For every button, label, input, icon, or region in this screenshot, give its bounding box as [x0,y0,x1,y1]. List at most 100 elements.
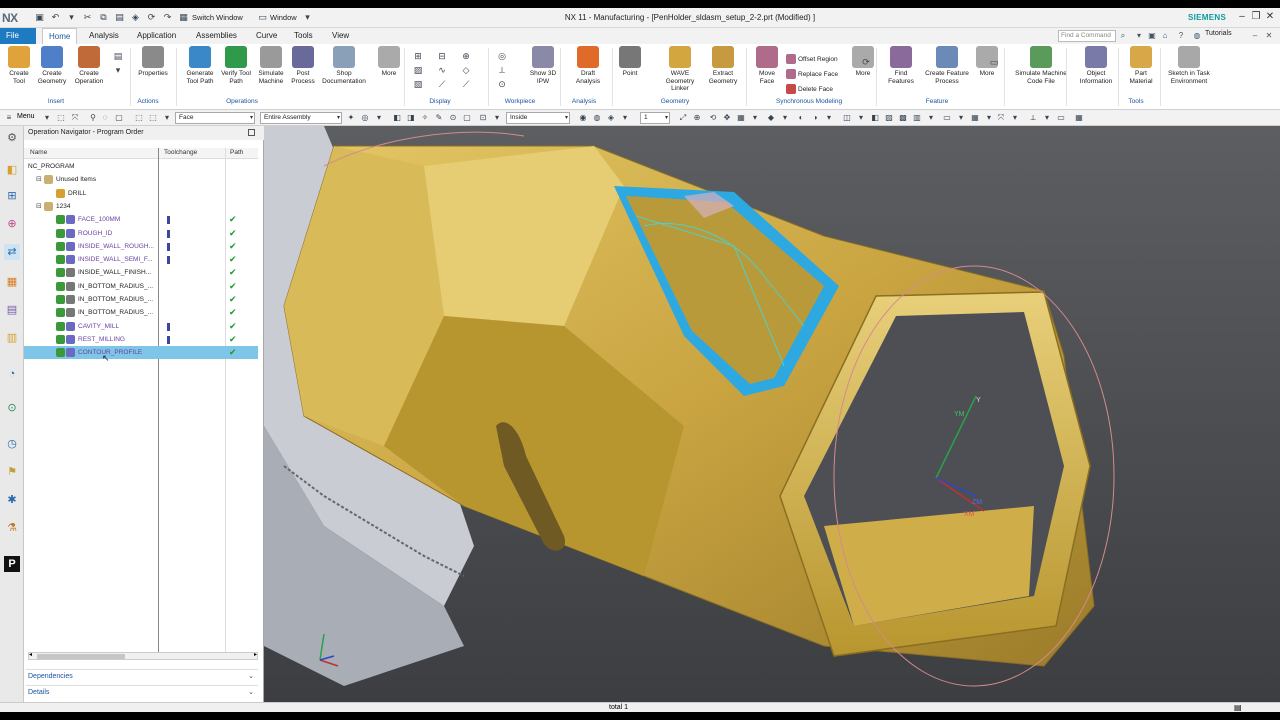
tab-analysis[interactable]: Analysis [83,28,125,44]
switch-window-icon[interactable]: ▦ [178,12,189,23]
tool-icon-1[interactable]: ▾ [112,64,124,76]
tool-icon-5[interactable]: ⊟ [436,50,448,62]
snap-icon[interactable]: ✦ [346,113,356,123]
tab-application[interactable]: Application [131,28,182,44]
snap-11-icon[interactable]: ▾ [492,113,502,123]
tool-icon-14[interactable]: ⟳ [860,56,872,68]
highlight-4-icon[interactable]: ▾ [926,113,936,123]
table-row[interactable]: DRILL [24,187,258,200]
gear-icon[interactable]: ⚙ [4,130,20,146]
more-button[interactable]: More [378,46,400,98]
section-2-icon[interactable]: ▾ [856,113,866,123]
snap-10-icon[interactable]: ⊡ [478,113,488,123]
table-row[interactable]: ⊟ 1234 [24,200,258,213]
layer-select[interactable]: 1 ▾ [640,112,670,124]
highlight-icon[interactable]: ▨ [884,113,894,123]
settings-icon[interactable]: ▦ [1074,113,1084,123]
machine-tool-navigator-icon[interactable]: ▦ [4,274,20,290]
model-icon[interactable]: ◈ [130,12,141,23]
table-row[interactable]: CONTOUR_PROFILE ✔ [24,346,258,360]
extract-geometry-button[interactable]: Extract Geometry [706,46,740,98]
tool-icon-10[interactable]: ⟋ [460,78,472,90]
select-icon[interactable]: ⬚ [56,113,66,123]
measure-2-icon[interactable]: ▾ [1042,113,1052,123]
copy-icon[interactable]: ⧉ [98,12,109,23]
grid-icon[interactable]: ▦ [970,113,980,123]
tool-icon-12[interactable]: ⟂ [496,64,508,76]
snap-5-icon[interactable]: ◨ [406,113,416,123]
graphics-viewport[interactable]: YM Y XM ZM [264,126,1280,702]
select-mode-3-icon[interactable]: ▾ [162,113,172,123]
ribbon-minimize-icon[interactable]: – [1250,31,1260,41]
layout-icon[interactable]: ▭ [942,113,952,123]
layout-2-icon[interactable]: ▾ [956,113,966,123]
render-icon[interactable]: ◆ [766,113,776,123]
table-row[interactable]: REST_MILLING ✔ [24,333,258,346]
snap-scope-select[interactable]: Inside ▾ [506,112,570,124]
scope-select[interactable]: Entire Assembly ▾ [260,112,342,124]
tool-icon-6[interactable]: ∿ [436,64,448,76]
snap-8-icon[interactable]: ⊙ [448,113,458,123]
create-feature-process-button[interactable]: Create Feature Process [924,46,970,98]
simulate-machine-button[interactable]: Simulate Machine [255,46,287,98]
scroll-thumb[interactable] [37,654,125,659]
tab-view[interactable]: View [326,28,355,44]
column-toolchange[interactable]: Toolchange [164,149,197,156]
table-row[interactable]: CAVITY_MILL ✔ [24,320,258,333]
expand-icon[interactable]: ⊟ [36,173,42,186]
feature-navigator-icon[interactable]: ▤ [4,302,20,318]
tool-icon-2[interactable]: ⊞ [412,50,424,62]
part-material-button[interactable]: Part Material [1124,46,1158,98]
tutorials-icon[interactable]: ◍ [1192,31,1202,41]
table-row[interactable]: IN_BOTTOM_RADIUS_... ✔ [24,293,258,306]
table-row[interactable]: INSIDE_WALL_ROUGH... ✔ [24,240,258,253]
history-icon[interactable]: ◔ [4,366,20,382]
save-icon[interactable]: ▣ [34,12,45,23]
help-icon[interactable]: ? [1176,31,1186,41]
select-mode-2-icon[interactable]: ⬚ [148,113,158,123]
grid-2-icon[interactable]: ▾ [984,113,994,123]
view-icon[interactable]: ◉ [578,113,588,123]
section-icon[interactable]: ◫ [842,113,852,123]
tool-icon-0[interactable]: ▤ [112,50,124,62]
render-2-icon[interactable]: ▾ [780,113,790,123]
snap-7-icon[interactable]: ✎ [434,113,444,123]
table-row[interactable]: IN_BOTTOM_RADIUS_... ✔ [24,280,258,293]
close-icon[interactable]: ✕ [1264,11,1276,23]
offset-region-button[interactable]: Offset Region [786,54,838,66]
tool-icon-13[interactable]: ⊙ [496,78,508,90]
reuse-library-icon[interactable]: ▥ [4,330,20,346]
shade-icon[interactable]: ◐ [796,113,806,123]
system-materials-icon[interactable]: ✱ [4,492,20,508]
view-4-icon[interactable]: ▾ [620,113,630,123]
pan-icon[interactable]: ✥ [722,113,732,123]
orient-icon[interactable]: ▦ [736,113,746,123]
highlight-2-icon[interactable]: ▩ [898,113,908,123]
minimize-icon[interactable]: – [1236,11,1248,23]
window-icon[interactable]: ▭ [257,12,268,23]
object-information-button[interactable]: Object Information [1076,46,1116,98]
lasso-icon[interactable]: ◌ [100,113,110,123]
show-3d-ipw-button[interactable]: Show 3D IPW [528,46,558,98]
shop-documentation-button[interactable]: Shop Documentation [322,46,366,98]
table-row[interactable]: NC_PROGRAM [24,160,258,173]
snap-3-icon[interactable]: ▾ [374,113,384,123]
deselect-icon[interactable]: ⤧ [70,113,80,123]
tab-curve[interactable]: Curve [250,28,283,44]
tool-icon-9[interactable]: ◇ [460,64,472,76]
filter-icon[interactable]: ⚲ [88,113,98,123]
cut-icon[interactable]: ✂ [82,12,93,23]
find-command-input[interactable]: Find a Command [1058,30,1116,42]
replace-face-button[interactable]: Replace Face [786,69,838,81]
roles-icon[interactable]: ⚑ [4,464,20,480]
tool-icon-8[interactable]: ⊕ [460,50,472,62]
properties-button[interactable]: Properties [136,46,170,98]
menu-icon[interactable]: ≡ [4,113,14,123]
undo-dropdown-icon[interactable]: ▾ [66,12,77,23]
measure-icon[interactable]: ⟂ [1028,113,1038,123]
table-row[interactable]: ⊟ Unused Items [24,173,258,186]
ribbon-close-icon[interactable]: ✕ [1264,31,1274,41]
sketch-in-task-environment-button[interactable]: Sketch in Task Environment [1164,46,1214,98]
rotate-icon[interactable]: ⟲ [708,113,718,123]
dependencies-panel[interactable]: Dependencies ⌄ [26,669,258,683]
